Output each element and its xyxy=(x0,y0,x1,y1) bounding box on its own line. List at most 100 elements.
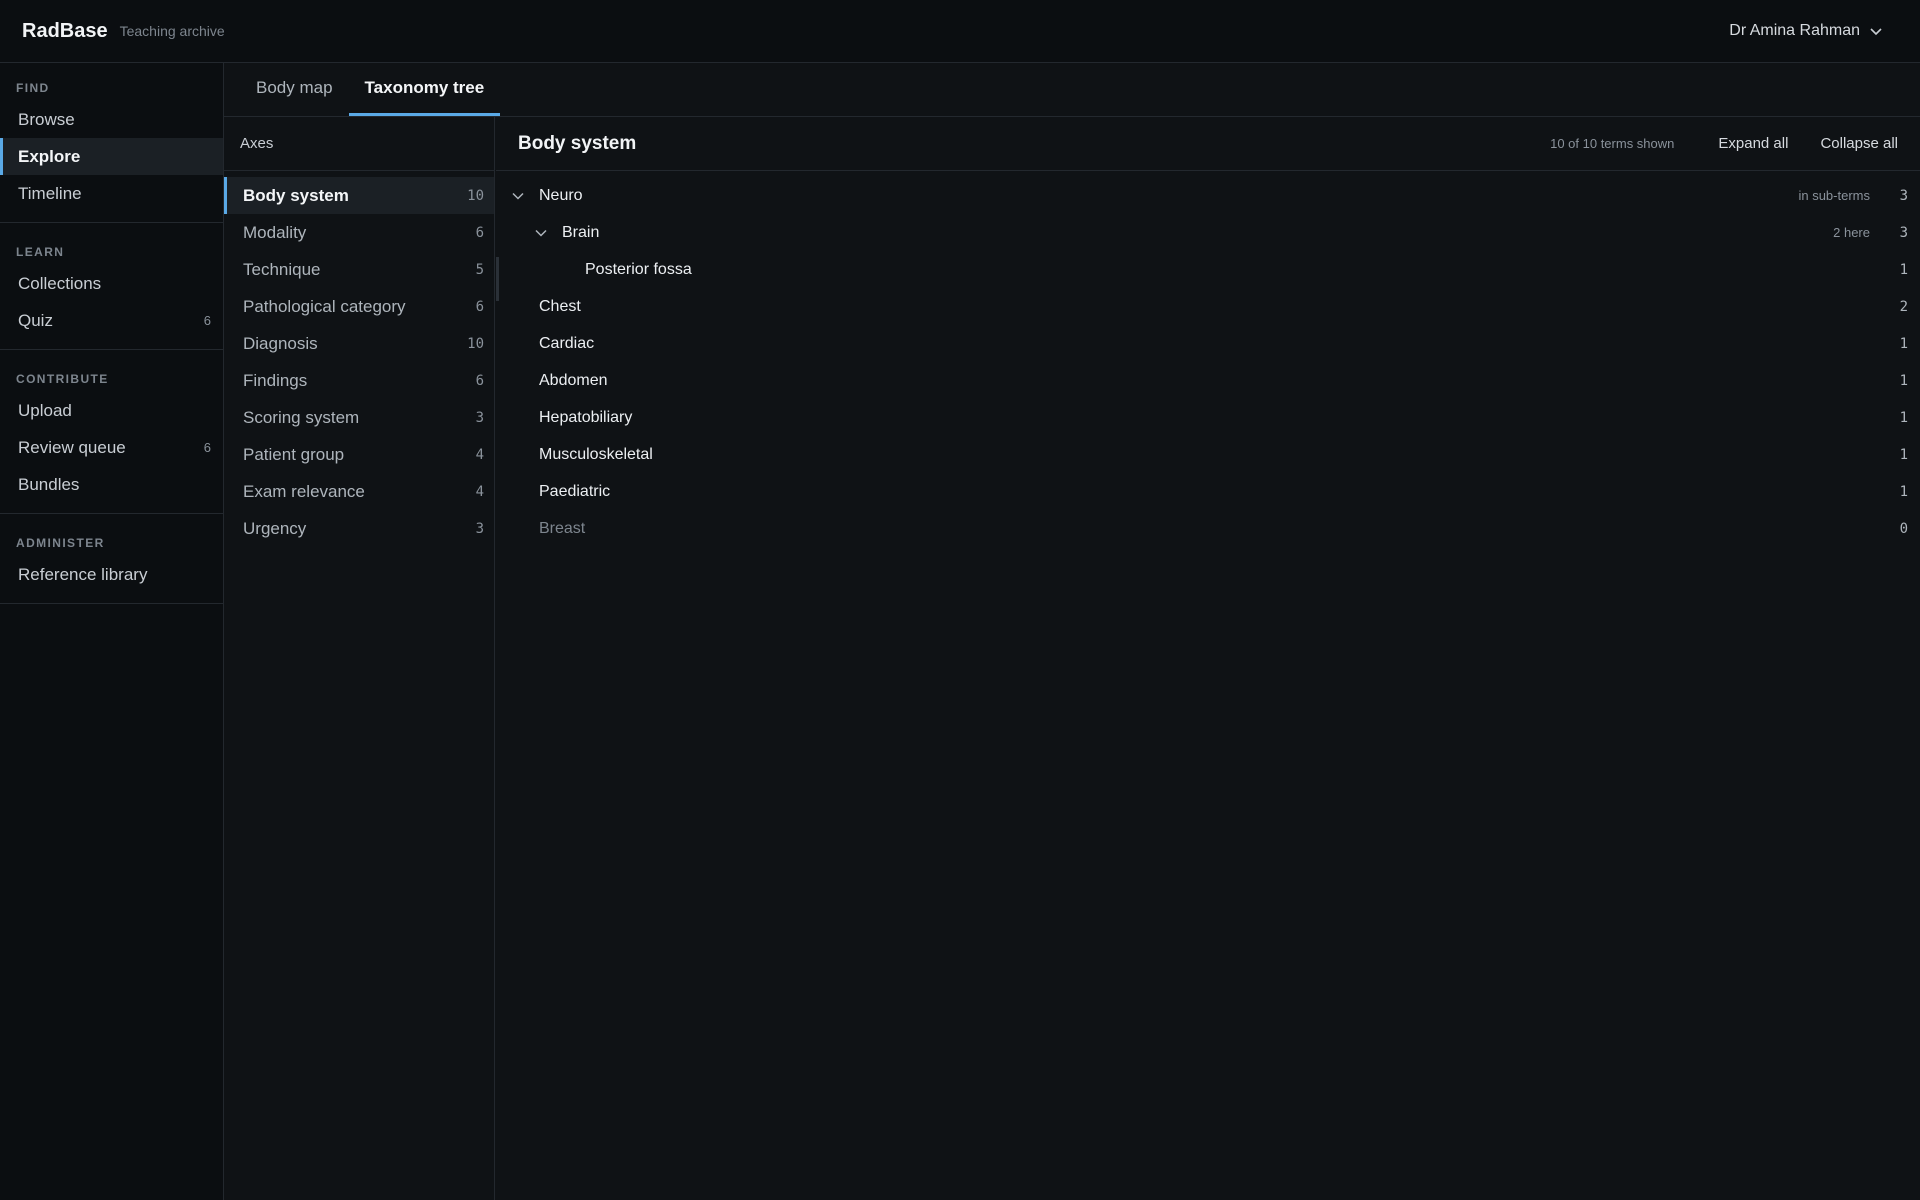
axis-item-scoring-system[interactable]: Scoring system 3 xyxy=(224,399,494,436)
tree-term-note: 2 here xyxy=(1833,225,1870,240)
nav-section-find: FIND Browse Explore Timeline xyxy=(0,63,223,223)
sidebar-item-label: Collections xyxy=(18,273,102,293)
axis-label: Exam relevance xyxy=(243,481,365,501)
tree-row-hepatobiliary[interactable]: Hepatobiliary 1 xyxy=(496,399,1920,436)
sidebar-item-collections[interactable]: Collections xyxy=(0,265,223,302)
main-content: Body map Taxonomy tree Axes Body system 10… xyxy=(224,63,1920,1200)
brand-subtitle: Teaching archive xyxy=(119,23,225,39)
user-name: Dr Amina Rahman xyxy=(1729,22,1860,39)
tree-term-label: Paediatric xyxy=(539,482,611,500)
axis-item-patient-group[interactable]: Patient group 4 xyxy=(224,436,494,473)
top-bar: RadBase Teaching archive Dr Amina Rahman xyxy=(0,0,1920,63)
tree-row-musculoskeletal[interactable]: Musculoskeletal 1 xyxy=(496,436,1920,473)
axis-label: Pathological category xyxy=(243,296,406,316)
tree-term-label: Posterior fossa xyxy=(585,260,692,278)
user-menu[interactable]: Dr Amina Rahman xyxy=(1729,0,1884,62)
collapse-all-button[interactable]: Collapse all xyxy=(1810,131,1908,156)
tree-row-abdomen[interactable]: Abdomen 1 xyxy=(496,362,1920,399)
tree-header: Body system 10 of 10 terms shown Expand … xyxy=(496,117,1920,171)
axis-count: 3 xyxy=(475,409,484,426)
tree-term-count: 1 xyxy=(1899,372,1908,389)
brand-logo[interactable]: RadBase xyxy=(22,20,108,43)
sidebar-item-browse[interactable]: Browse xyxy=(0,101,223,138)
sidebar-item-label: Explore xyxy=(18,146,81,166)
tree-row-breast[interactable]: Breast 0 xyxy=(496,510,1920,547)
tree-term-label: Cardiac xyxy=(539,334,595,352)
axis-label: Body system xyxy=(243,185,349,205)
sidebar-item-label: Quiz xyxy=(18,310,53,330)
sidebar-item-count: 6 xyxy=(203,313,211,328)
axis-label: Modality xyxy=(243,222,307,242)
tree-term-count: 0 xyxy=(1899,520,1908,537)
axis-item-findings[interactable]: Findings 6 xyxy=(224,362,494,399)
axis-label: Scoring system xyxy=(243,407,360,427)
tree-term-note: in sub-terms xyxy=(1798,188,1870,203)
tree-row-paediatric[interactable]: Paediatric 1 xyxy=(496,473,1920,510)
axis-label: Patient group xyxy=(243,444,345,464)
tree-term-count: 1 xyxy=(1899,261,1908,278)
axis-count: 6 xyxy=(475,224,484,241)
nav-heading: LEARN xyxy=(16,245,65,259)
nav-heading: FIND xyxy=(16,81,50,95)
axis-count: 4 xyxy=(475,483,484,500)
tree-term-count: 3 xyxy=(1899,187,1908,204)
sidebar-item-timeline[interactable]: Timeline xyxy=(0,175,223,212)
sidebar-item-bundles[interactable]: Bundles xyxy=(0,466,223,503)
axis-label: Diagnosis xyxy=(243,333,318,353)
tree-term-count: 1 xyxy=(1899,446,1908,463)
chevron-down-icon[interactable] xyxy=(511,189,525,203)
axes-list: Body system 10 Modality 6 Technique 5 Patholog… xyxy=(224,171,494,547)
axis-count: 6 xyxy=(475,298,484,315)
axis-item-pathological-category[interactable]: Pathological category 6 xyxy=(224,288,494,325)
axis-count: 10 xyxy=(467,335,484,352)
tree-row-chest[interactable]: Chest 2 xyxy=(496,288,1920,325)
tree-term-count: 3 xyxy=(1899,224,1908,241)
tree-title: Body system xyxy=(518,132,637,154)
axis-item-exam-relevance[interactable]: Exam relevance 4 xyxy=(224,473,494,510)
sidebar-item-upload[interactable]: Upload xyxy=(0,392,223,429)
tree-row-neuro[interactable]: Neuro in sub-terms 3 xyxy=(496,177,1920,214)
axis-count: 3 xyxy=(475,520,484,537)
axis-item-diagnosis[interactable]: Diagnosis 10 xyxy=(224,325,494,362)
nav-heading: ADMINISTER xyxy=(16,536,105,550)
nav-heading: CONTRIBUTE xyxy=(16,372,109,386)
sidebar-item-explore[interactable]: Explore xyxy=(0,138,223,175)
sidebar-item-label: Browse xyxy=(18,109,75,129)
tree-term-label: Breast xyxy=(539,519,586,537)
tree-row-posterior-fossa[interactable]: Posterior fossa 1 xyxy=(496,251,1920,288)
tree-term-count: 1 xyxy=(1899,409,1908,426)
tree-term-count: 2 xyxy=(1899,298,1908,315)
sidebar-item-label: Timeline xyxy=(18,183,82,203)
tree-term-label: Musculoskeletal xyxy=(539,445,653,463)
view-tabs: Body map Taxonomy tree xyxy=(224,63,1920,117)
axis-item-modality[interactable]: Modality 6 xyxy=(224,214,494,251)
nav-section-learn: LEARN Collections Quiz 6 xyxy=(0,223,223,350)
tree-term-label: Abdomen xyxy=(539,371,608,389)
axis-item-urgency[interactable]: Urgency 3 xyxy=(224,510,494,547)
tab-taxonomy-tree[interactable]: Taxonomy tree xyxy=(348,62,501,116)
tree-term-label: Hepatobiliary xyxy=(539,408,633,426)
sidebar-item-review-queue[interactable]: Review queue 6 xyxy=(0,429,223,466)
axis-count: 5 xyxy=(475,261,484,278)
chevron-down-icon xyxy=(1870,28,1882,36)
axis-label: Findings xyxy=(243,370,308,390)
axis-item-technique[interactable]: Technique 5 xyxy=(224,251,494,288)
nav-section-administer: ADMINISTER Reference library xyxy=(0,514,223,604)
axis-count: 6 xyxy=(475,372,484,389)
sidebar-item-count: 6 xyxy=(203,440,211,455)
tree-row-brain[interactable]: Brain 2 here 3 xyxy=(496,214,1920,251)
chevron-down-icon[interactable] xyxy=(534,226,548,240)
sidebar-item-quiz[interactable]: Quiz 6 xyxy=(0,302,223,339)
sidebar-item-label: Review queue xyxy=(18,437,126,457)
expand-all-button[interactable]: Expand all xyxy=(1708,131,1798,156)
sidebar-item-reference-library[interactable]: Reference library xyxy=(0,556,223,593)
tree-row-cardiac[interactable]: Cardiac 1 xyxy=(496,325,1920,362)
tab-body-map[interactable]: Body map xyxy=(240,62,349,116)
terms-shown-count: 10 of 10 terms shown xyxy=(1550,136,1675,151)
nav-section-contribute: CONTRIBUTE Upload Review queue 6 Bundles xyxy=(0,350,223,514)
tree-list: Neuro in sub-terms 3 Brain 2 here 3 Posterior … xyxy=(496,171,1920,547)
axis-item-body-system[interactable]: Body system 10 xyxy=(224,177,494,214)
tree-term-count: 1 xyxy=(1899,483,1908,500)
tree-term-label: Neuro xyxy=(539,186,583,204)
axis-label: Technique xyxy=(243,259,321,279)
